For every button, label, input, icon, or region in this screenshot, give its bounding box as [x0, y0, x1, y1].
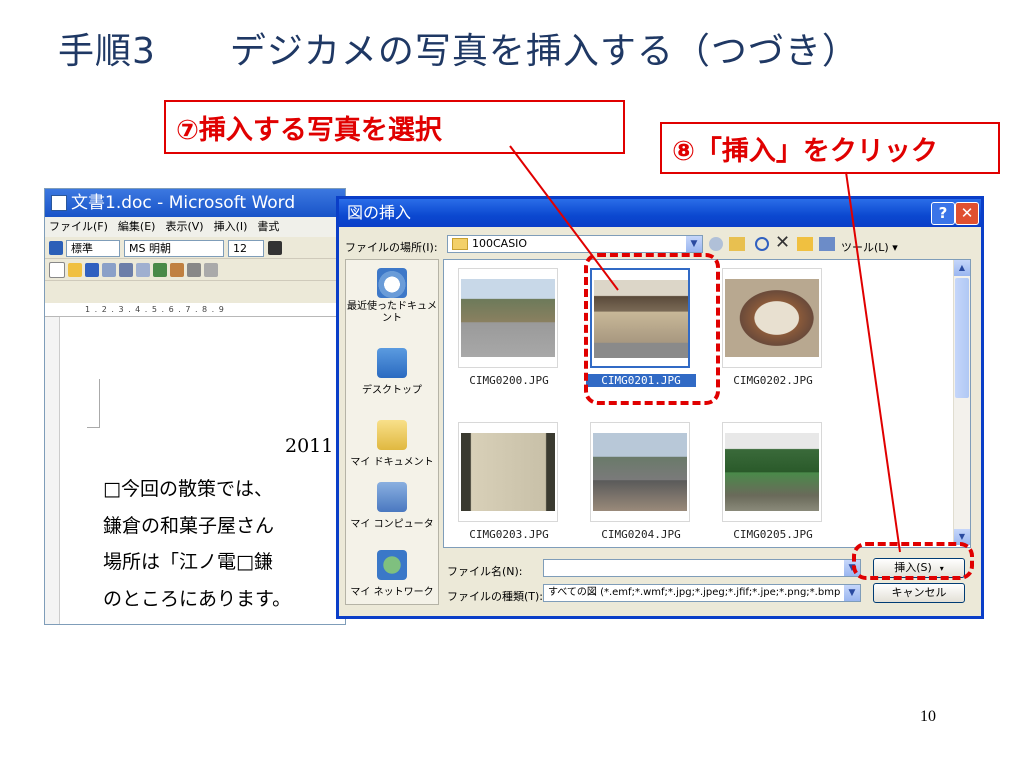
pointer-line-step8	[845, 171, 901, 553]
pointer-line-step7	[509, 145, 619, 291]
pointer-lines	[509, 145, 901, 553]
page-number: 10	[920, 708, 936, 725]
